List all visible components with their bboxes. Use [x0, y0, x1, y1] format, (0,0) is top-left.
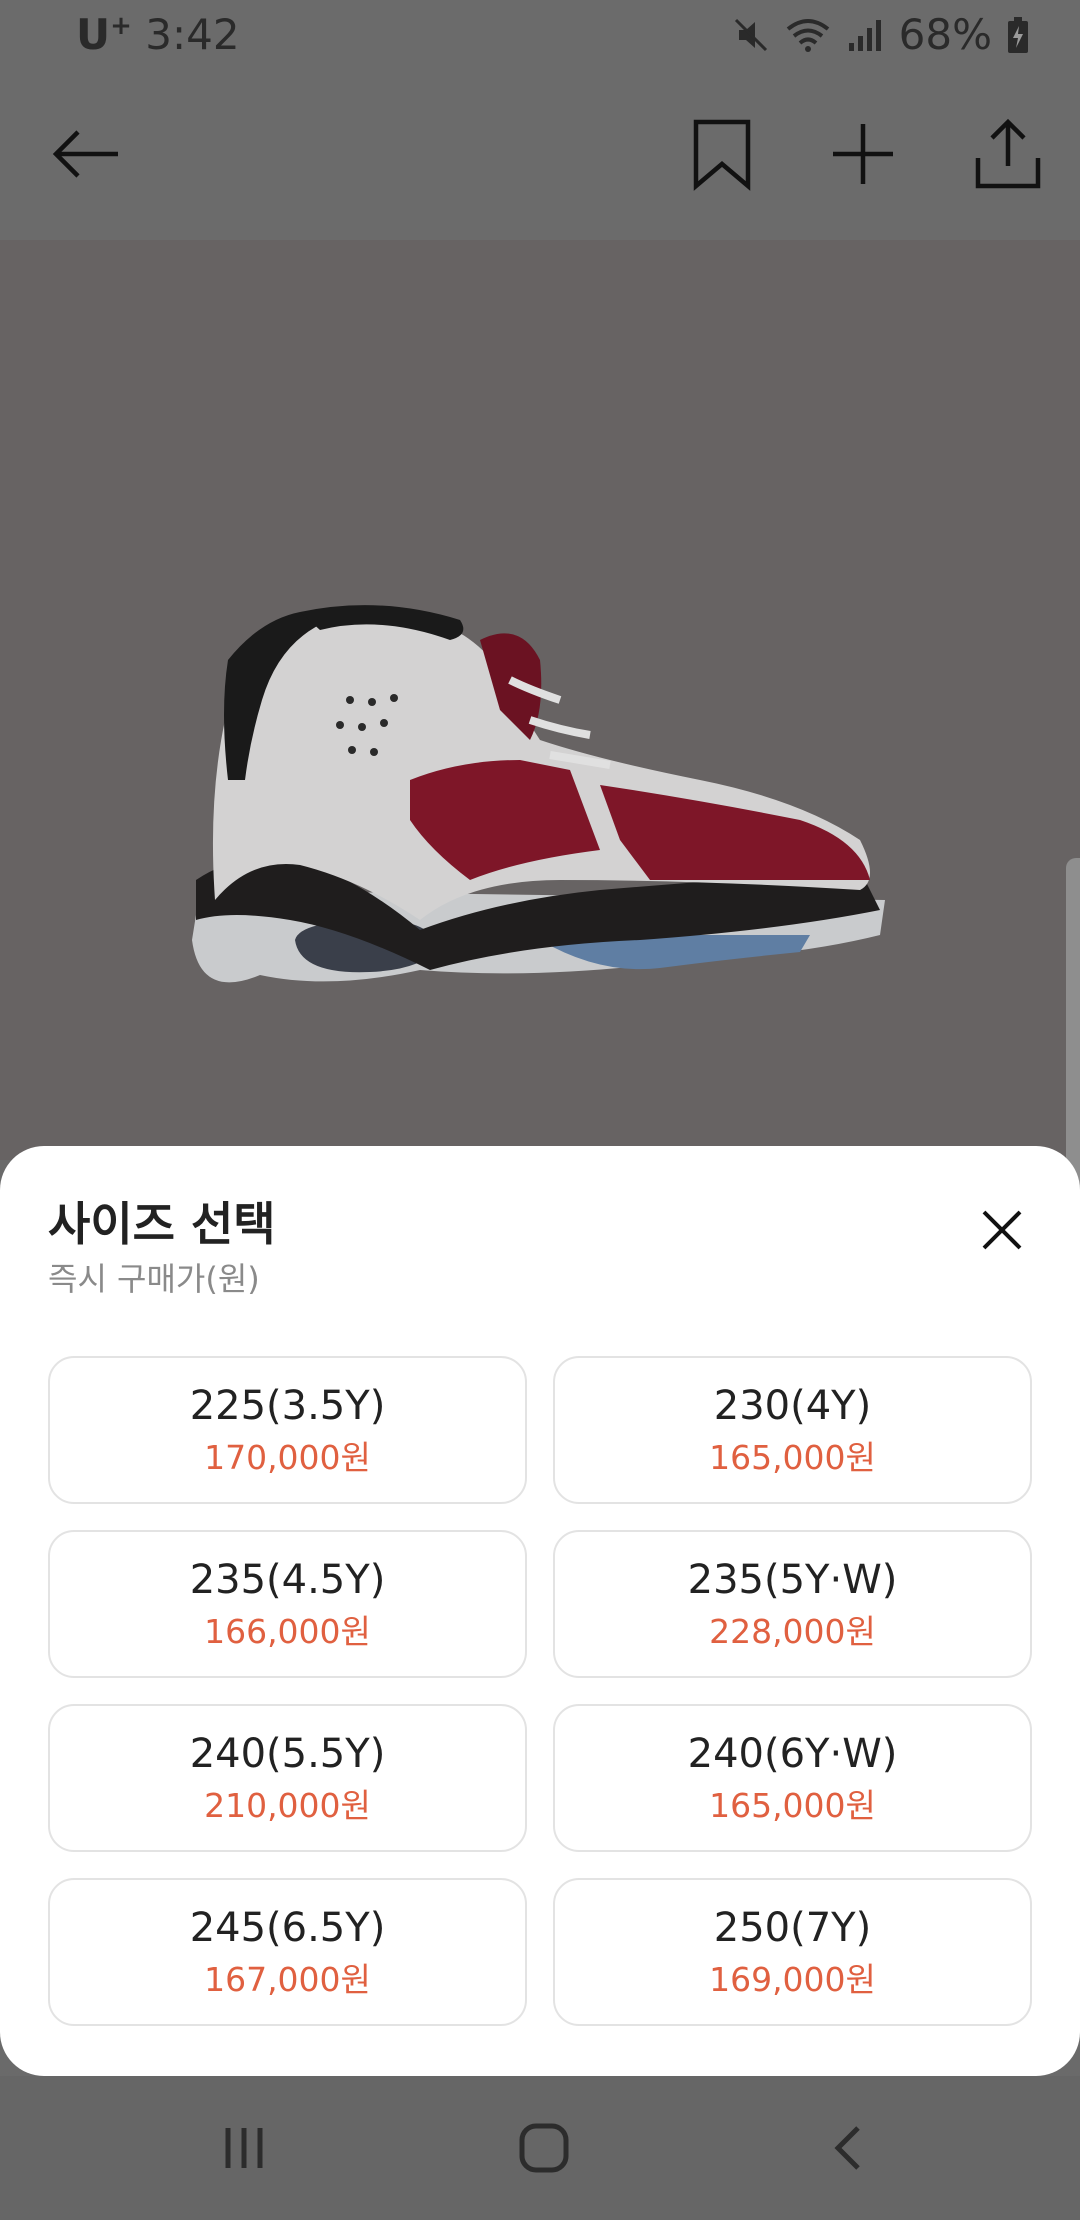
size-label: 225(3.5Y): [189, 1383, 386, 1429]
size-price: 167,000원: [204, 1960, 371, 1999]
status-bar: U+ 3:42 68%: [0, 0, 1080, 74]
sheet-subtitle: 즉시 구매가(원): [48, 1260, 260, 1298]
size-price: 170,000원: [204, 1438, 371, 1477]
battery-percent: 68%: [898, 10, 992, 59]
size-option[interactable]: 230(4Y) 165,000원: [553, 1356, 1032, 1504]
size-option[interactable]: 250(7Y) 169,000원: [553, 1878, 1032, 2026]
size-price: 165,000원: [709, 1438, 876, 1477]
product-image-area: [0, 240, 1080, 1268]
bookmark-icon[interactable]: [682, 114, 762, 194]
sheet-title: 사이즈 선택: [48, 1197, 276, 1251]
carrier-label: U+: [76, 10, 132, 59]
size-price: 210,000원: [204, 1786, 371, 1825]
share-icon[interactable]: [968, 114, 1048, 194]
size-label: 250(7Y): [713, 1905, 872, 1951]
clock: 3:42: [145, 10, 240, 59]
size-label: 235(4.5Y): [189, 1557, 386, 1603]
size-label: 240(6Y·W): [687, 1731, 898, 1777]
size-option[interactable]: 235(4.5Y) 166,000원: [48, 1530, 527, 1678]
recents-icon[interactable]: [214, 2118, 274, 2178]
carrier-mark: +: [110, 11, 132, 41]
battery-charging-icon: [1008, 16, 1028, 53]
size-option[interactable]: 245(6.5Y) 167,000원: [48, 1878, 527, 2026]
size-price: 166,000원: [204, 1612, 371, 1651]
carrier-name: U: [76, 10, 111, 59]
size-option[interactable]: 240(6Y·W) 165,000원: [553, 1704, 1032, 1852]
size-label: 235(5Y·W): [687, 1557, 898, 1603]
signal-icon: [848, 19, 881, 51]
size-option[interactable]: 225(3.5Y) 170,000원: [48, 1356, 527, 1504]
size-label: 230(4Y): [713, 1383, 872, 1429]
shoe-image: [192, 605, 885, 983]
size-price: 169,000원: [709, 1960, 876, 1999]
nav-back-icon[interactable]: [818, 2118, 878, 2178]
app-toolbar: [0, 74, 1080, 240]
size-price: 165,000원: [709, 1786, 876, 1825]
status-left: U+ 3:42: [76, 10, 240, 59]
home-icon[interactable]: [514, 2118, 574, 2178]
size-grid: 225(3.5Y) 170,000원 230(4Y) 165,000원 235(…: [48, 1356, 1032, 2026]
size-label: 245(6.5Y): [189, 1905, 386, 1951]
mute-icon: [734, 18, 767, 51]
system-nav-bar: [0, 2076, 1080, 2220]
back-arrow-icon[interactable]: [46, 114, 126, 194]
size-select-sheet: 사이즈 선택 즉시 구매가(원) 225(3.5Y) 170,000원 230(…: [0, 1146, 1080, 2076]
wifi-icon: [786, 18, 829, 52]
size-price: 228,000원: [709, 1612, 876, 1651]
close-icon[interactable]: [980, 1208, 1024, 1252]
size-option[interactable]: 240(5.5Y) 210,000원: [48, 1704, 527, 1852]
size-label: 240(5.5Y): [189, 1731, 386, 1777]
status-right: 68%: [731, 10, 1030, 59]
plus-icon[interactable]: [823, 114, 903, 194]
size-option[interactable]: 235(5Y·W) 228,000원: [553, 1530, 1032, 1678]
